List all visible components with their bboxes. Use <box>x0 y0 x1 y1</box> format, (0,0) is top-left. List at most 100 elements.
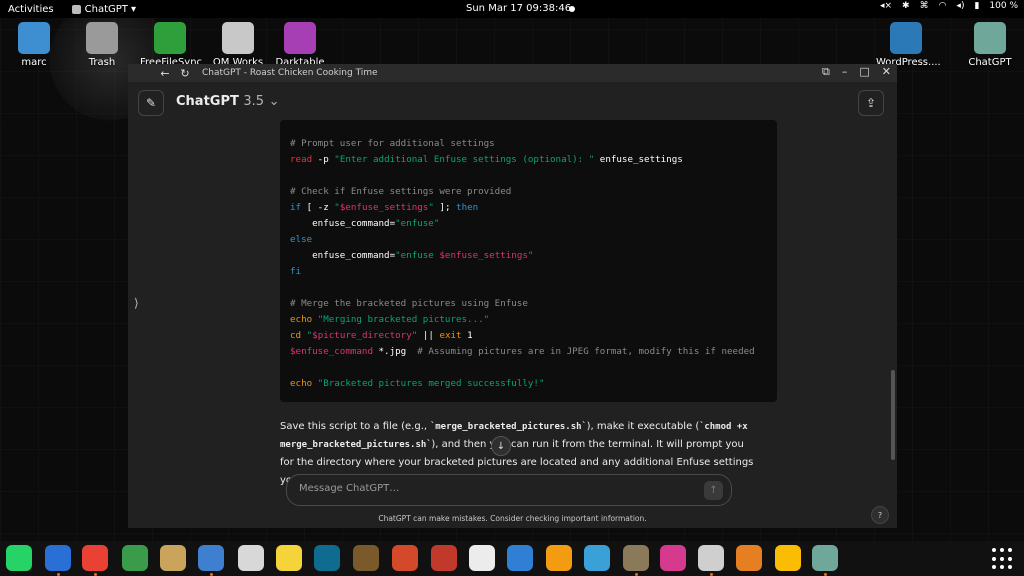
code-line: # Check if Enfuse settings were provided <box>280 184 777 200</box>
desktop-icon-wordpress[interactable]: WordPress.... <box>876 22 941 68</box>
battery-percent: 100 % <box>989 1 1018 11</box>
code-token: enfuse_settings <box>594 154 683 165</box>
share-button[interactable]: ⇪ <box>858 90 884 116</box>
wifi-icon[interactable]: ◠ <box>939 1 947 11</box>
dock-color-picker-icon[interactable] <box>660 545 686 571</box>
dock-gallery-icon[interactable] <box>584 545 610 571</box>
model-selector[interactable]: ChatGPT 3.5 ⌄ <box>176 94 280 109</box>
darktable-icon <box>284 22 316 54</box>
code-token: # Assuming pictures are in JPEG format, … <box>417 346 755 357</box>
dock-photos-icon[interactable] <box>698 545 724 571</box>
code-token: else <box>290 234 313 245</box>
bluetooth-icon[interactable]: ✱ <box>902 1 910 11</box>
back-arrow-icon[interactable]: ← <box>158 67 172 80</box>
scrollbar[interactable] <box>891 370 895 460</box>
dock-office-icon[interactable] <box>392 545 418 571</box>
wordpress-icon <box>890 22 922 54</box>
new-chat-button[interactable]: ✎ <box>138 90 164 116</box>
extension-icon[interactable]: ⧉ <box>822 65 830 79</box>
dock-google-photos-icon[interactable] <box>775 545 801 571</box>
dock-reader-icon[interactable] <box>314 545 340 571</box>
dock-pcloud-icon[interactable] <box>507 545 533 571</box>
desktop-icon-freefilesync[interactable]: FreeFileSync <box>140 22 202 68</box>
dock-thunderbird-icon[interactable] <box>45 545 71 571</box>
volume-muted-icon[interactable]: ◂× <box>880 1 892 11</box>
volume-icon[interactable]: ◂) <box>956 1 964 11</box>
code-token: if <box>290 202 302 213</box>
battery-icon[interactable]: ▮ <box>974 1 979 11</box>
model-version: 3.5 <box>243 94 265 109</box>
dock-files-icon[interactable] <box>736 545 762 571</box>
message-box: ↑ <box>286 474 732 506</box>
close-icon[interactable]: ✕ <box>882 65 891 79</box>
code-token: "Merging bracketed pictures..." <box>317 314 490 325</box>
maximize-icon[interactable]: □ <box>859 65 869 79</box>
dock-notes-icon[interactable] <box>276 545 302 571</box>
desktop-icon-label: marc <box>21 57 47 68</box>
arrow-down-icon: ↓ <box>496 440 506 452</box>
app-menu[interactable]: ChatGPT ▾ <box>71 4 136 15</box>
desktop-icon-label: ChatGPT <box>968 57 1012 68</box>
dock-chrome-icon[interactable] <box>82 545 108 571</box>
code-token: exit <box>439 330 462 341</box>
dock-camera-icon[interactable] <box>431 545 457 571</box>
chevron-down-icon: ⌄ <box>268 94 280 109</box>
desktop-icon-marc[interactable]: marc <box>4 22 64 68</box>
dock-globe-icon[interactable] <box>353 545 379 571</box>
code-line: # Prompt user for additional settings <box>280 136 777 152</box>
code-line: # Merge the bracketed pictures using Enf… <box>280 296 777 312</box>
chat-header: ✎ ChatGPT 3.5 ⌄ ⇪ <box>128 88 897 116</box>
window-titlebar[interactable]: ← ↻ ChatGPT - Roast Chicken Cooking Time… <box>128 64 897 82</box>
minimize-icon[interactable]: – <box>842 65 848 79</box>
disclaimer: ChatGPT can make mistakes. Consider chec… <box>378 514 647 523</box>
dock-text-editor-icon[interactable] <box>198 545 224 571</box>
code-token: $picture_directory <box>312 330 412 341</box>
system-tray[interactable]: ◂× ✱ ⌘ ◠ ◂) ▮ 100 % <box>880 1 1018 11</box>
dock <box>0 541 1024 576</box>
clock[interactable]: Sun Mar 17 09:38:46 <box>466 3 571 14</box>
dock-obs-icon[interactable] <box>469 545 495 571</box>
show-apps-grid-icon[interactable] <box>992 548 1014 570</box>
scroll-down-button[interactable]: ↓ <box>491 436 511 456</box>
code-token: "enfuse <box>395 250 440 261</box>
dock-document-viewer-icon[interactable] <box>238 545 264 571</box>
code-line: enfuse_command="enfuse $enfuse_settings" <box>280 248 777 264</box>
dock-recycle-icon[interactable] <box>122 545 148 571</box>
code-line: read -p "Enter additional Enfuse setting… <box>280 152 777 168</box>
freefilesync-icon <box>154 22 186 54</box>
desktop-icon-om-works[interactable]: OM Works <box>208 22 268 68</box>
code-token: ]; <box>433 202 457 213</box>
trash-icon <box>86 22 118 54</box>
edit-icon: ✎ <box>145 96 157 110</box>
desktop-icon-label: Trash <box>88 57 116 68</box>
code-line: if [ -z "$enfuse_settings" ]; then <box>280 200 777 216</box>
dock-archive-icon[interactable] <box>160 545 186 571</box>
send-button[interactable]: ↑ <box>704 481 723 500</box>
code-token: 1 <box>461 330 473 341</box>
code-token: enfuse_command= <box>290 218 396 229</box>
window-title: ChatGPT - Roast Chicken Cooking Time <box>202 68 378 78</box>
code-block: # Prompt user for additional settings rea… <box>280 120 777 402</box>
code-token: || <box>417 330 440 341</box>
om-works-icon <box>222 22 254 54</box>
message-input[interactable] <box>297 482 681 495</box>
dock-gimp-icon[interactable] <box>623 545 649 571</box>
code-token: $enfuse_settings <box>439 250 528 261</box>
network-icon[interactable]: ⌘ <box>920 1 929 11</box>
help-button[interactable]: ? <box>871 506 889 524</box>
desktop-icon-trash[interactable]: Trash <box>72 22 132 68</box>
code-token: "enfuse" <box>395 218 440 229</box>
dock-chatgpt-icon[interactable] <box>812 545 838 571</box>
sidebar-toggle-icon[interactable]: ⟩ <box>134 296 139 310</box>
dock-media-icon[interactable] <box>546 545 572 571</box>
activities-button[interactable]: Activities <box>8 4 54 15</box>
dock-whatsapp-icon[interactable] <box>6 545 32 571</box>
desktop-icon-darktable[interactable]: Darktable <box>270 22 330 68</box>
desktop-icon-chatgpt[interactable]: ChatGPT <box>960 22 1020 68</box>
code-line: else <box>280 232 777 248</box>
reload-icon[interactable]: ↻ <box>178 67 192 80</box>
code-token: # Merge the bracketed pictures using Enf… <box>290 298 528 309</box>
marc-icon <box>18 22 50 54</box>
